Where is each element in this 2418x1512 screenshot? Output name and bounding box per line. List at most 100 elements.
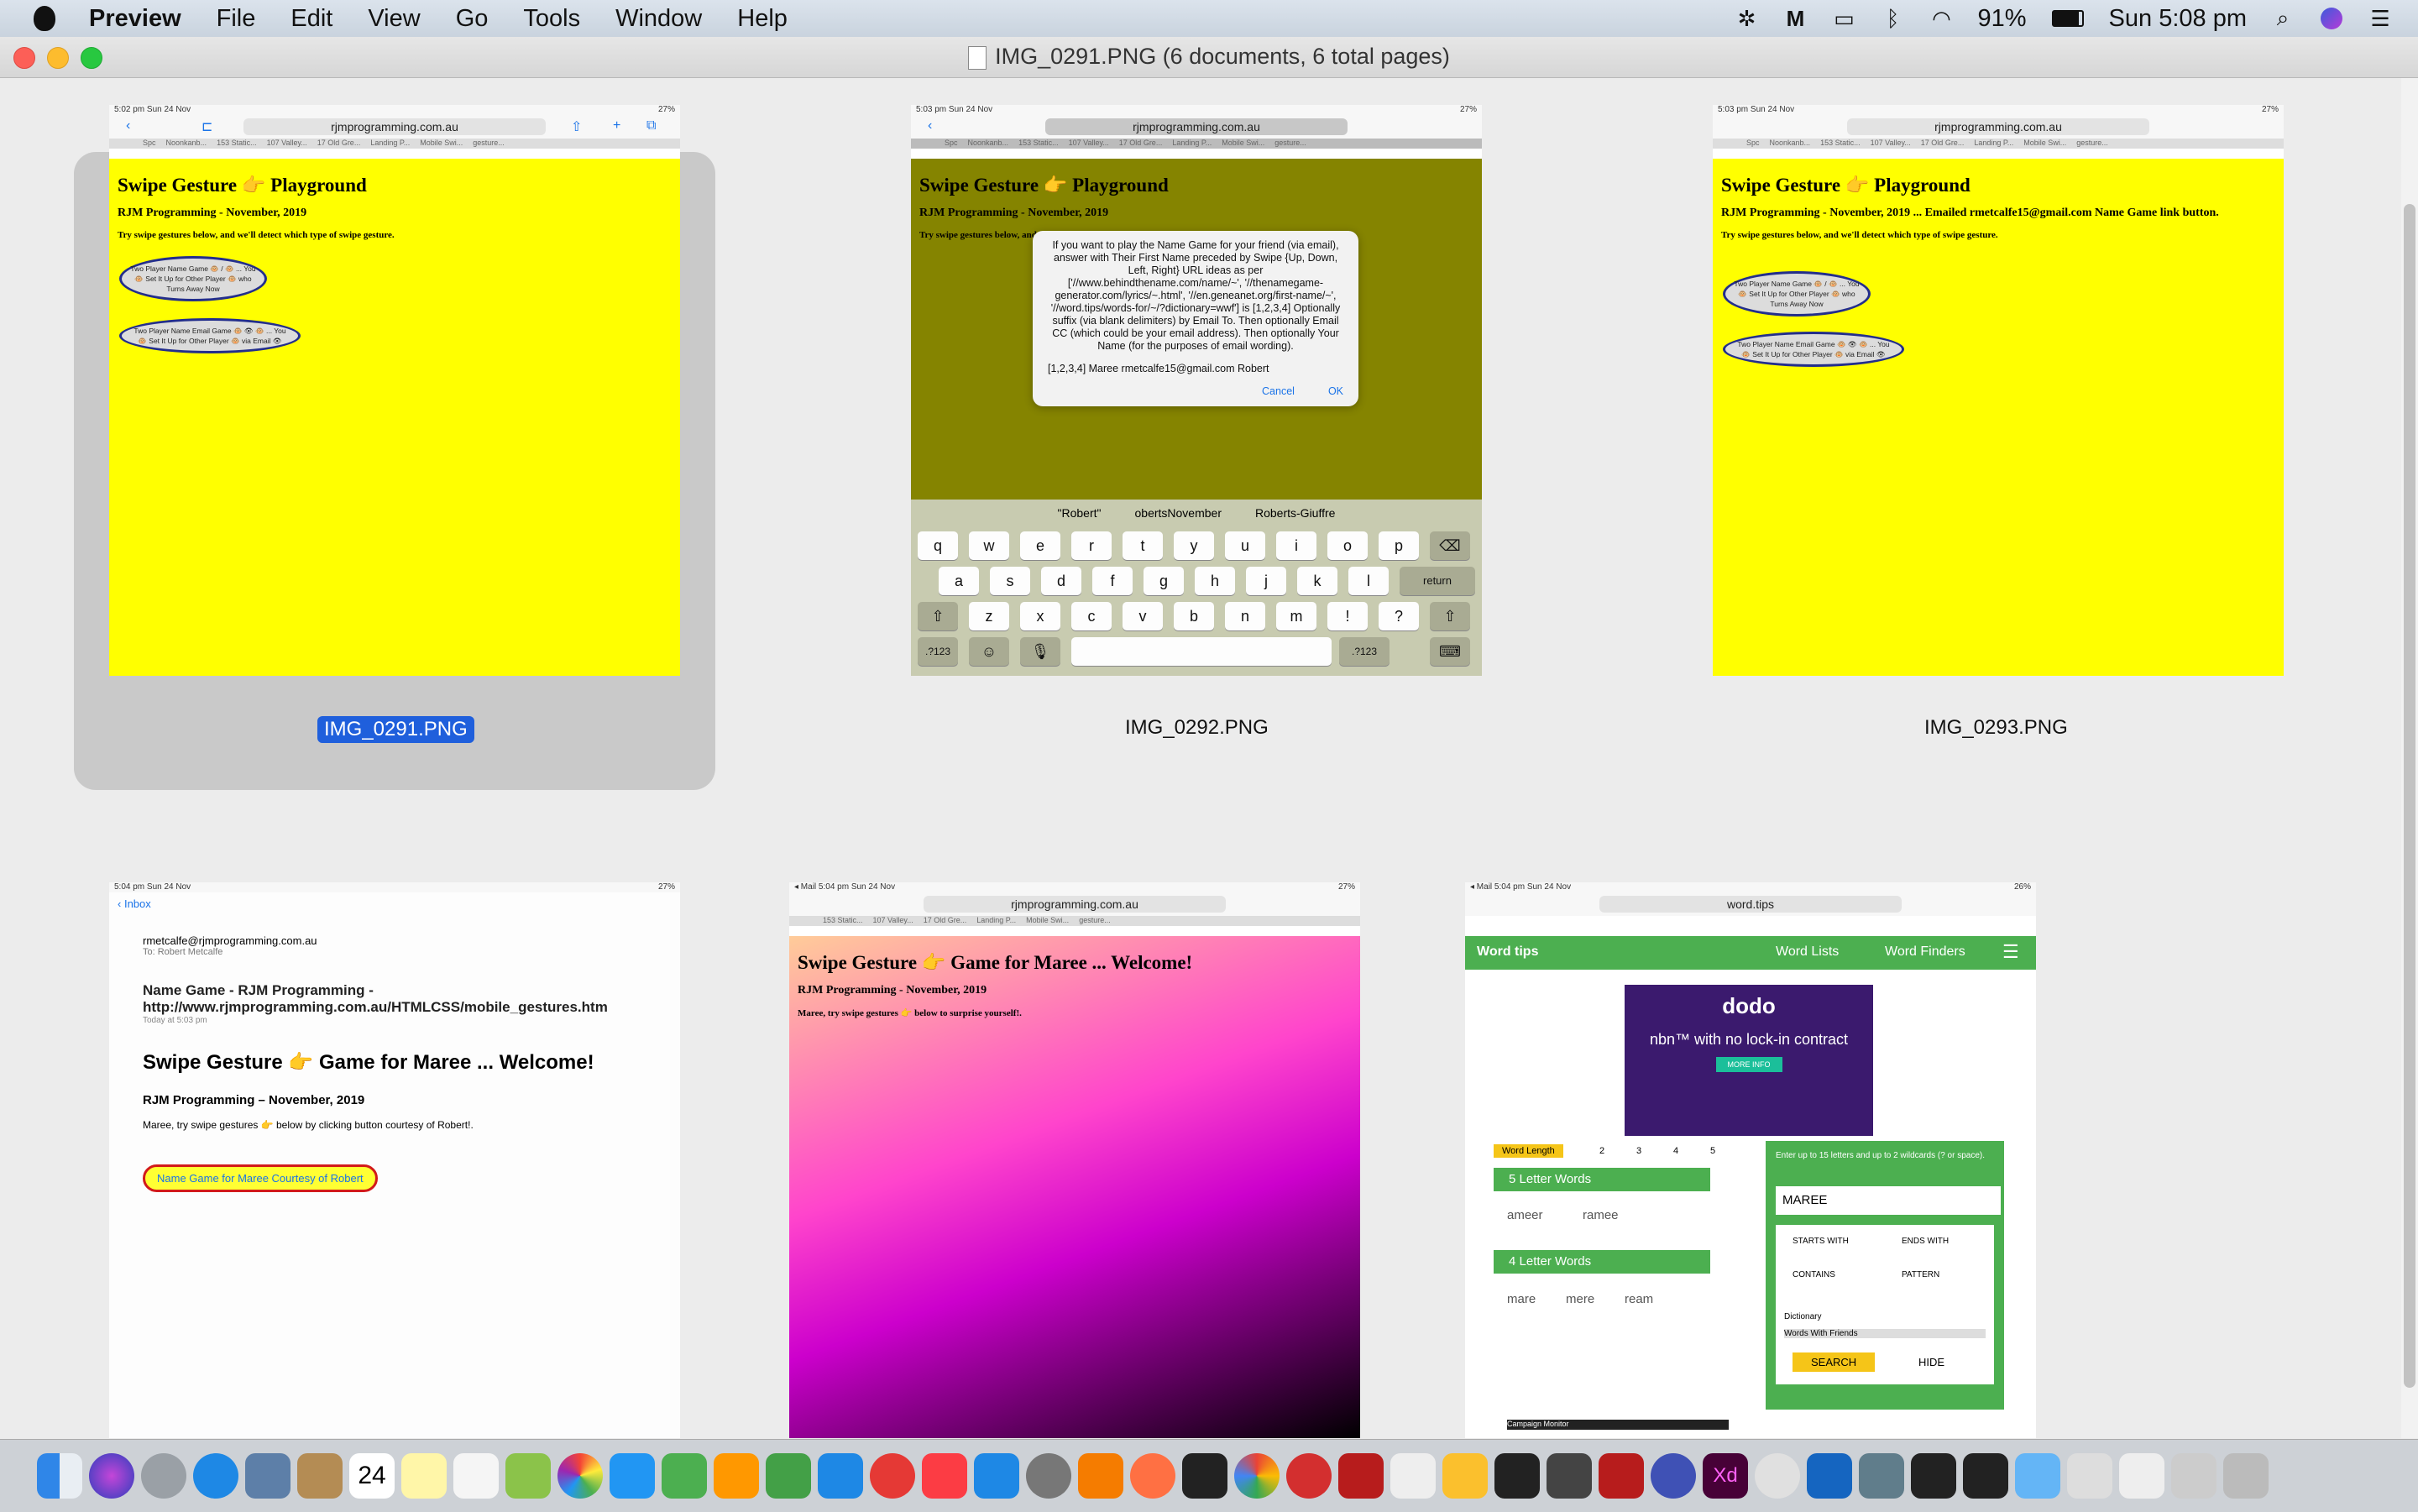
key-y[interactable]: y	[1174, 531, 1214, 560]
key-r[interactable]: r	[1071, 531, 1112, 560]
amazon-icon[interactable]	[1078, 1453, 1123, 1499]
contacts-icon[interactable]	[297, 1453, 343, 1499]
thumbnail-img-0294[interactable]: 5:04 pm Sun 24 Nov 27% ‹ Inbox rmetcalfe@…	[109, 882, 680, 1438]
key-exclaim[interactable]: !	[1327, 602, 1368, 630]
gear-status-icon[interactable]: ✲	[1735, 6, 1760, 31]
thumbnail-img-0291[interactable]: 5:02 pm Sun 24 Nov 27% ‹ ⊏ rjmprogramming…	[109, 105, 680, 676]
thumbnail-img-0295[interactable]: ◂ Mail 5:04 pm Sun 24 Nov 27% rjmprogramm…	[789, 882, 1360, 1438]
key-n[interactable]: n	[1225, 602, 1265, 630]
key-u[interactable]: u	[1225, 531, 1265, 560]
preview-icon[interactable]	[245, 1453, 290, 1499]
shift-key[interactable]: ⇧	[918, 602, 958, 630]
bluetooth-icon[interactable]: ᛒ	[1881, 6, 1906, 31]
thumbnail-img-0296[interactable]: ◂ Mail 5:04 pm Sun 24 Nov 26% word.tips W…	[1465, 882, 2036, 1438]
key-s[interactable]: s	[990, 567, 1030, 595]
reminders-icon[interactable]	[453, 1453, 499, 1499]
sequel-icon[interactable]	[1390, 1453, 1436, 1499]
spotlight-search-icon[interactable]: ⌕	[2270, 5, 2295, 30]
thumbnail-img-0293[interactable]: 5:03 pm Sun 24 Nov 27% rjmprogramming.com…	[1713, 105, 2284, 676]
finder-icon[interactable]	[37, 1453, 82, 1499]
menu-window[interactable]: Window	[615, 5, 702, 33]
messages-icon[interactable]	[610, 1453, 655, 1499]
music-icon[interactable]	[922, 1453, 967, 1499]
siri-icon[interactable]	[2319, 7, 2344, 30]
notification-center-icon[interactable]: ☰	[2368, 6, 2393, 31]
battery-icon[interactable]	[2050, 7, 2086, 30]
shift-key-right[interactable]: ⇧	[1430, 602, 1470, 630]
screenshot-stack-icon[interactable]	[2119, 1453, 2164, 1499]
dictation-key[interactable]: 🎙	[1020, 637, 1060, 666]
key-b[interactable]: b	[1174, 602, 1214, 630]
key-d[interactable]: d	[1041, 567, 1081, 595]
maps-icon[interactable]	[505, 1453, 551, 1499]
hide-keyboard-key[interactable]: ⌨	[1430, 637, 1470, 666]
return-key[interactable]: return	[1400, 567, 1475, 595]
launchpad-icon[interactable]	[141, 1453, 186, 1499]
menu-file[interactable]: File	[217, 5, 256, 33]
flow-icon[interactable]	[1807, 1453, 1852, 1499]
menu-go[interactable]: Go	[456, 5, 489, 33]
keynote-icon[interactable]	[818, 1453, 863, 1499]
suggestion-2[interactable]: obertsNovember	[1135, 506, 1222, 523]
terminal-icon[interactable]	[1494, 1453, 1540, 1499]
documents-stack-icon[interactable]	[2067, 1453, 2112, 1499]
folder-icon[interactable]	[2015, 1453, 2060, 1499]
m-app-icon[interactable]: M	[1783, 6, 1808, 31]
calendar-icon[interactable]: 24	[349, 1453, 395, 1499]
system-preferences-icon[interactable]	[1026, 1453, 1071, 1499]
xampp-icon[interactable]	[1442, 1453, 1488, 1499]
key-x[interactable]: x	[1020, 602, 1060, 630]
key-f[interactable]: f	[1092, 567, 1133, 595]
caption-img-0292[interactable]: IMG_0292.PNG	[1125, 716, 1269, 740]
facetime-icon[interactable]	[662, 1453, 707, 1499]
news-icon[interactable]	[870, 1453, 915, 1499]
apple-menu-icon[interactable]	[34, 6, 55, 31]
key-m[interactable]: m	[1276, 602, 1316, 630]
delete-key[interactable]: ⌫	[1430, 531, 1470, 560]
key-w[interactable]: w	[969, 531, 1009, 560]
suggestion-1[interactable]: "Robert"	[1058, 506, 1102, 523]
menu-help[interactable]: Help	[737, 5, 788, 33]
app-store-icon[interactable]	[974, 1453, 1019, 1499]
safari-icon[interactable]	[193, 1453, 238, 1499]
pages-icon[interactable]	[714, 1453, 759, 1499]
firefox-icon[interactable]	[1130, 1453, 1175, 1499]
thumbnail-img-0292[interactable]: 5:03 pm Sun 24 Nov 27% ‹ rjmprogramming.c…	[911, 105, 1482, 676]
key-a[interactable]: a	[939, 567, 979, 595]
dialog-cancel-button[interactable]: Cancel	[1262, 385, 1295, 398]
chrome-icon[interactable]	[1234, 1453, 1280, 1499]
key-e[interactable]: e	[1020, 531, 1060, 560]
airplay-icon[interactable]: ▭	[1832, 6, 1857, 31]
trash-icon[interactable]	[2223, 1453, 2269, 1499]
qt-icon[interactable]	[1651, 1453, 1696, 1499]
terminal-window-icon[interactable]	[1911, 1453, 1956, 1499]
filezilla-icon[interactable]	[1338, 1453, 1384, 1499]
dialog-input[interactable]: [1,2,3,4] Maree rmetcalfe15@gmail.com Ro…	[1048, 363, 1343, 375]
key-q[interactable]: q	[918, 531, 958, 560]
app-icon[interactable]	[1755, 1453, 1800, 1499]
emoji-key[interactable]: ☺	[969, 637, 1009, 666]
opera-icon[interactable]	[1286, 1453, 1332, 1499]
menu-view[interactable]: View	[368, 5, 420, 33]
photos-icon[interactable]	[557, 1453, 603, 1499]
scrollbar-thumb[interactable]	[2404, 204, 2415, 1388]
menu-edit[interactable]: Edit	[290, 5, 332, 33]
numbers-icon[interactable]	[766, 1453, 811, 1499]
key-z[interactable]: z	[969, 602, 1009, 630]
key-o[interactable]: o	[1327, 531, 1368, 560]
clock[interactable]: Sun 5:08 pm	[2109, 5, 2247, 33]
gimp-icon[interactable]	[1599, 1453, 1644, 1499]
phpstorm-icon[interactable]	[1182, 1453, 1227, 1499]
key-v[interactable]: v	[1123, 602, 1163, 630]
menu-app[interactable]: Preview	[89, 5, 181, 33]
siri-dock-icon[interactable]	[89, 1453, 134, 1499]
key-question[interactable]: ?	[1379, 602, 1419, 630]
key-t[interactable]: t	[1123, 531, 1163, 560]
numbers-key-right[interactable]: .?123	[1339, 637, 1390, 666]
key-p[interactable]: p	[1379, 531, 1419, 560]
key-c[interactable]: c	[1071, 602, 1112, 630]
key-g[interactable]: g	[1144, 567, 1184, 595]
notes-icon[interactable]	[401, 1453, 447, 1499]
key-l[interactable]: l	[1348, 567, 1389, 595]
downloads-stack-icon[interactable]	[2171, 1453, 2216, 1499]
